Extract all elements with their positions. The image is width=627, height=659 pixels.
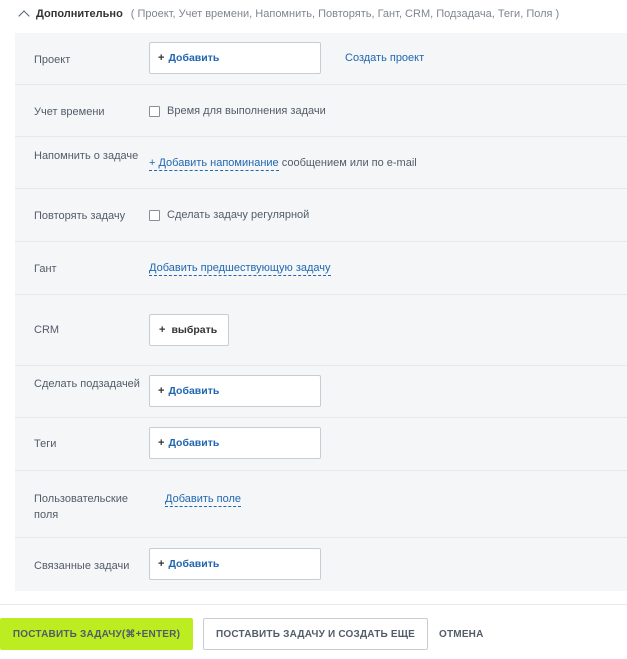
row-custom-fields: Пользовательские поля Добавить поле: [15, 471, 627, 538]
plus-icon: +: [158, 558, 165, 570]
add-project-label: Добавить: [168, 52, 220, 64]
add-field-link[interactable]: Добавить поле: [165, 493, 242, 507]
additional-section-header[interactable]: Дополнительно ( Проект, Учет времени, На…: [0, 0, 627, 28]
plus-icon: +: [158, 52, 165, 64]
create-project-link[interactable]: Создать проект: [345, 52, 424, 64]
footer-toolbar: ПОСТАВИТЬ ЗАДАЧУ(⌘+ENTER) ПОСТАВИТЬ ЗАДА…: [0, 605, 627, 659]
add-related-task-button[interactable]: + Добавить: [149, 548, 321, 580]
subtask-label: Сделать подзадачей: [34, 378, 140, 390]
crm-select-label: выбрать: [171, 324, 218, 336]
remind-label: Напомнить о задаче: [34, 150, 139, 162]
row-related-tasks: Связанные задачи + Добавить: [15, 538, 627, 591]
add-tag-label: Добавить: [168, 437, 220, 449]
repeat-checkbox[interactable]: [149, 209, 160, 221]
add-reminder-link[interactable]: + Добавить напоминание: [149, 157, 279, 171]
row-project: Проект + Добавить Создать проект: [15, 33, 627, 85]
additional-panel: Проект + Добавить Создать проект Учет вр…: [15, 33, 627, 591]
add-reminder-wrap: + Добавить напоминание сообщением или по…: [149, 157, 417, 171]
row-remind: Напомнить о задаче + Добавить напоминани…: [15, 137, 627, 189]
related-tasks-label: Связанные задачи: [34, 560, 130, 572]
tags-label: Теги: [34, 438, 57, 450]
cancel-button[interactable]: ОТМЕНА: [439, 618, 484, 650]
add-parent-task-button[interactable]: + Добавить: [149, 375, 321, 407]
reminder-suffix: сообщением или по e-mail: [281, 157, 417, 169]
time-tracking-label: Учет времени: [34, 106, 105, 118]
row-crm: CRM + выбрать: [15, 295, 627, 366]
repeat-checkbox-label[interactable]: Сделать задачу регулярной: [167, 209, 309, 221]
plus-icon: +: [158, 385, 165, 397]
section-fields-list: ( Проект, Учет времени, Напомнить, Повто…: [130, 8, 560, 20]
custom-fields-label: Пользовательские поля: [34, 493, 128, 521]
submit-and-new-button[interactable]: ПОСТАВИТЬ ЗАДАЧУ И СОЗДАТЬ ЕЩЕ: [203, 618, 428, 650]
row-gantt: Гант Добавить предшествующую задачу: [15, 242, 627, 295]
gantt-label: Гант: [34, 263, 57, 275]
chevron-up-icon[interactable]: [18, 10, 30, 22]
crm-label: CRM: [34, 324, 60, 336]
plus-icon: +: [159, 324, 166, 336]
time-tracking-checkbox-label[interactable]: Время для выполнения задачи: [167, 105, 326, 117]
section-title[interactable]: Дополнительно: [36, 8, 123, 20]
add-tag-button[interactable]: + Добавить: [149, 427, 321, 459]
crm-select-button[interactable]: + выбрать: [149, 314, 229, 346]
row-repeat: Повторять задачу Сделать задачу регулярн…: [15, 189, 627, 242]
project-label: Проект: [34, 54, 71, 66]
repeat-checkbox-wrap[interactable]: Сделать задачу регулярной: [149, 209, 309, 221]
add-predecessor-link[interactable]: Добавить предшествующую задачу: [149, 262, 331, 276]
add-related-task-label: Добавить: [168, 558, 220, 570]
time-tracking-checkbox-wrap[interactable]: Время для выполнения задачи: [149, 105, 326, 117]
row-time-tracking: Учет времени Время для выполнения задачи: [15, 85, 627, 137]
submit-task-button[interactable]: ПОСТАВИТЬ ЗАДАЧУ(⌘+ENTER): [0, 618, 193, 650]
row-tags: Теги + Добавить: [15, 418, 627, 471]
time-tracking-checkbox[interactable]: [149, 105, 160, 117]
plus-icon: +: [158, 437, 165, 449]
add-project-button[interactable]: + Добавить: [149, 42, 321, 74]
repeat-label: Повторять задачу: [34, 210, 126, 222]
row-subtask: Сделать подзадачей + Добавить: [15, 366, 627, 418]
add-parent-task-label: Добавить: [168, 385, 220, 397]
